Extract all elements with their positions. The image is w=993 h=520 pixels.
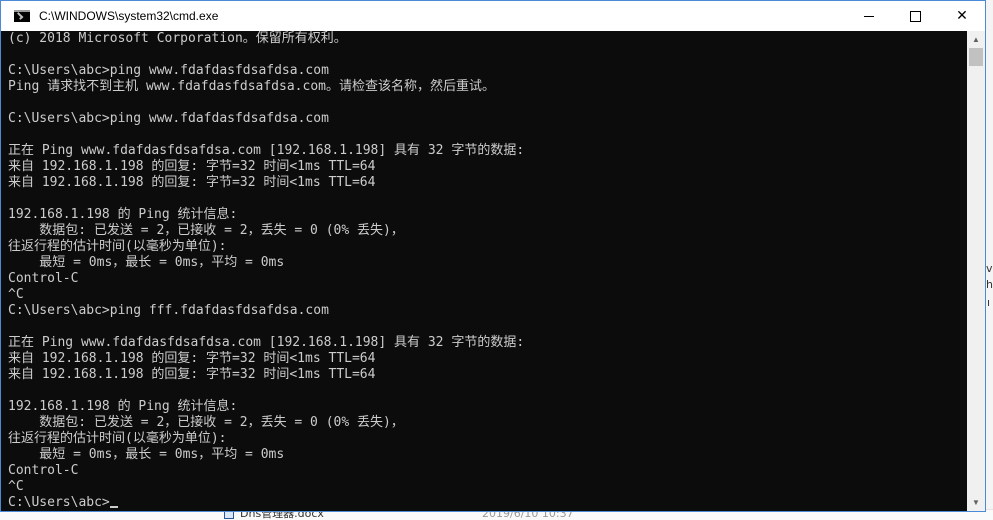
console-line: 192.168.1.198 的 Ping 统计信息: xyxy=(8,399,238,414)
console-line: 来自 192.168.1.198 的回复: 字节=32 时间<1ms TTL=6… xyxy=(8,159,376,174)
console-line: C:\Users\abc>ping www.fdafdasfdsafdsa.co… xyxy=(8,111,329,126)
minimize-icon xyxy=(864,15,874,17)
console-line: Control-C xyxy=(8,271,79,286)
close-icon: ✕ xyxy=(956,8,968,24)
console-line: 数据包: 已发送 = 2，已接收 = 2，丢失 = 0 (0% 丢失)， xyxy=(8,415,404,430)
close-button[interactable]: ✕ xyxy=(939,1,985,31)
console-line: 最短 = 0ms，最长 = 0ms，平均 = 0ms xyxy=(8,255,285,270)
scroll-down-arrow-icon[interactable]: ▼ xyxy=(967,494,985,511)
background-text-fragment: he xyxy=(986,278,993,291)
console-line: ^C xyxy=(8,479,24,494)
minimize-button[interactable] xyxy=(846,1,892,31)
window-title: C:\WINDOWS\system32\cmd.exe xyxy=(39,9,219,23)
text-cursor xyxy=(109,506,118,508)
console-line: C:\Users\abc>ping fff.fdafdasfdsafdsa.co… xyxy=(8,303,329,318)
cmd-console-icon[interactable] xyxy=(14,10,30,22)
console-line: Ping 请求找不到主机 www.fdafdasfdsafdsa.com。请检查… xyxy=(8,79,495,94)
console-line: 最短 = 0ms，最长 = 0ms，平均 = 0ms xyxy=(8,447,285,462)
console-line: 往返行程的估计时间(以毫秒为单位): xyxy=(8,239,227,254)
console-line: 往返行程的估计时间(以毫秒为单位): xyxy=(8,431,227,446)
background-text-fragment: ı xyxy=(987,296,991,309)
console-line: C:\Users\abc> xyxy=(8,495,967,511)
console-text-area[interactable]: (c) 2018 Microsoft Corporation。保留所有权利。 C:… xyxy=(1,31,967,511)
console-line: C:\Users\abc>ping www.fdafdasfdsafdsa.co… xyxy=(8,63,329,78)
background-window-right-edge: va he ı xyxy=(986,0,993,519)
console-line: 正在 Ping www.fdafdasfdsafdsa.com [192.168… xyxy=(8,143,525,158)
maximize-button[interactable] xyxy=(892,1,938,31)
cmd-window[interactable]: C:\WINDOWS\system32\cmd.exe ✕ (c) 2018 M… xyxy=(0,0,986,512)
console-line: 来自 192.168.1.198 的回复: 字节=32 时间<1ms TTL=6… xyxy=(8,351,376,366)
vertical-scrollbar[interactable]: ▲ ▼ xyxy=(967,31,985,511)
background-text-fragment: va xyxy=(986,262,993,275)
console-line: 来自 192.168.1.198 的回复: 字节=32 时间<1ms TTL=6… xyxy=(8,175,376,190)
console-line: 正在 Ping www.fdafdasfdsafdsa.com [192.168… xyxy=(8,335,525,350)
console-line: Control-C xyxy=(8,463,79,478)
console-line: (c) 2018 Microsoft Corporation。保留所有权利。 xyxy=(8,31,347,46)
scroll-up-arrow-icon[interactable]: ▲ xyxy=(967,31,985,48)
console-line: 数据包: 已发送 = 2，已接收 = 2，丢失 = 0 (0% 丢失)， xyxy=(8,223,404,238)
console-line: ^C xyxy=(8,287,24,302)
console-line: 192.168.1.198 的 Ping 统计信息: xyxy=(8,207,238,222)
console-output: (c) 2018 Microsoft Corporation。保留所有权利。 C:… xyxy=(1,31,967,511)
title-bar[interactable]: C:\WINDOWS\system32\cmd.exe ✕ xyxy=(1,1,985,31)
console-line: 来自 192.168.1.198 的回复: 字节=32 时间<1ms TTL=6… xyxy=(8,367,376,382)
scrollbar-thumb[interactable] xyxy=(969,48,983,66)
maximize-icon xyxy=(909,10,921,22)
